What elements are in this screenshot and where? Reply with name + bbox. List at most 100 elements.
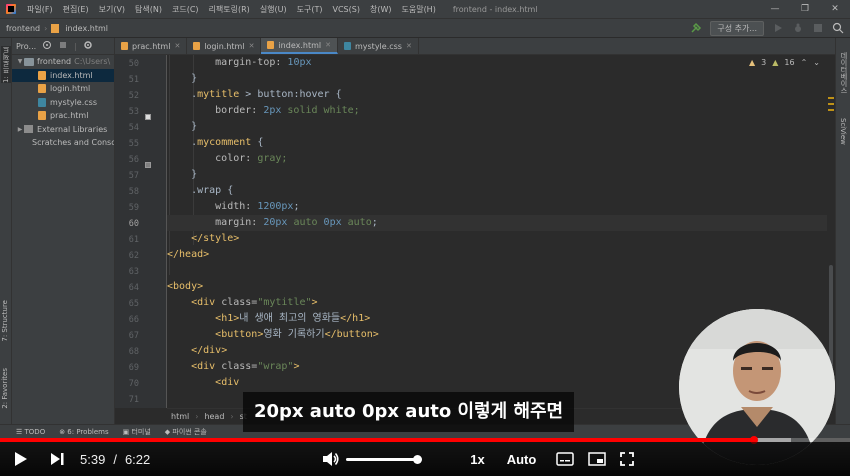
menu-refactor[interactable]: 리팩토링(R) — [204, 4, 255, 15]
menu-help[interactable]: 도움말(H) — [396, 4, 440, 15]
inspection-widget[interactable]: ▲ 3 ▲ 16 ⌃ ⌄ — [749, 58, 820, 67]
nav-file[interactable]: index.html — [59, 24, 112, 33]
terminal-tool-button[interactable]: ▣ 터미널 — [123, 427, 151, 437]
line-number: 55 — [128, 139, 139, 149]
code-line[interactable]: } — [167, 71, 197, 87]
project-view-selector[interactable]: Pro... — [16, 42, 36, 51]
tree-item-external-libraries[interactable]: ▶ External Libraries — [12, 123, 114, 137]
tree-item-mystyle-css[interactable]: mystyle.css — [12, 96, 114, 110]
build-icon[interactable] — [690, 22, 702, 34]
collapse-arrow-icon[interactable]: ▶ — [16, 126, 24, 133]
code-line[interactable]: } — [167, 167, 197, 183]
fullscreen-button[interactable] — [620, 442, 635, 476]
code-line[interactable]: <div class="mytitle"> — [167, 295, 317, 311]
html-file-icon — [38, 84, 46, 94]
restore-button[interactable]: ❐ — [790, 0, 820, 18]
database-tool-tab[interactable]: 데이터베이스 — [839, 52, 849, 94]
subtitles-button[interactable] — [556, 442, 575, 476]
code-line[interactable]: margin-top: 10px — [167, 55, 311, 71]
breadcrumb-head[interactable]: head — [204, 412, 224, 421]
todo-tool-button[interactable]: ☰ TODO — [16, 428, 45, 436]
warning-marker[interactable] — [828, 103, 834, 105]
run-icon[interactable] — [772, 22, 784, 34]
weak-warning-icon: ▲ — [772, 58, 779, 67]
project-tool-tab[interactable]: 1: 프로젝트 — [1, 46, 11, 84]
code-line[interactable]: <body> — [167, 279, 203, 295]
code-line[interactable]: color: gray; — [167, 151, 287, 167]
playback-speed-button[interactable]: 1x — [470, 452, 484, 467]
debug-icon[interactable] — [792, 22, 804, 34]
search-everywhere-icon[interactable] — [832, 22, 844, 34]
code-line[interactable]: <div class="wrap"> — [167, 359, 299, 375]
line-number: 65 — [128, 299, 139, 309]
warning-marker[interactable] — [828, 97, 834, 99]
close-icon[interactable]: ✕ — [249, 42, 255, 50]
breadcrumb-html[interactable]: html — [171, 412, 189, 421]
code-line[interactable]: margin: 20px auto 0px auto; — [167, 215, 827, 231]
stop-icon[interactable] — [812, 22, 824, 34]
code-line[interactable]: border: 2px solid white; — [167, 103, 360, 119]
locate-icon[interactable] — [42, 40, 52, 52]
code-line[interactable]: <div — [167, 375, 239, 391]
code-token: mytitle — [197, 89, 240, 100]
expand-arrow-icon[interactable]: ▼ — [16, 58, 24, 65]
menu-vcs[interactable]: VCS(S) — [328, 5, 365, 14]
tree-item-prac-html[interactable]: prac.html — [12, 109, 114, 123]
tab-login-html[interactable]: login.html ✕ — [187, 38, 262, 54]
code-token: mycomment — [197, 137, 252, 148]
editor-gutter[interactable]: 50 51 52 53 54 55 56 57 58 59 60 61 62 63 64 65 66 67 68 69… — [115, 55, 167, 408]
code-token: </button> — [324, 329, 379, 340]
menu-code[interactable]: 코드(C) — [167, 4, 204, 15]
menu-window[interactable]: 창(W) — [365, 4, 397, 15]
code-line[interactable]: <h1>내 생애 최고의 영화들</h1> — [167, 311, 370, 327]
menu-tools[interactable]: 도구(T) — [292, 4, 328, 15]
chevron-up-icon[interactable]: ⌃ — [801, 58, 808, 67]
nav-project[interactable]: frontend — [0, 24, 44, 33]
tab-mystyle-css[interactable]: mystyle.css ✕ — [338, 38, 419, 54]
close-icon[interactable]: ✕ — [325, 41, 331, 49]
settings-gear-icon[interactable] — [83, 40, 93, 52]
menu-file[interactable]: 파일(F) — [22, 4, 58, 15]
project-panel: Pro... | ▼ frontend C:\Users\ index.html… — [12, 38, 115, 424]
collapse-all-icon[interactable] — [58, 40, 68, 52]
warning-marker[interactable] — [828, 109, 834, 111]
problems-tool-button[interactable]: ⊗ 6: Problems — [59, 428, 108, 436]
minimize-button[interactable]: — — [760, 0, 790, 18]
menu-navigate[interactable]: 탐색(N) — [130, 4, 167, 15]
mute-button[interactable] — [322, 442, 340, 476]
tree-item-frontend[interactable]: ▼ frontend C:\Users\ — [12, 55, 114, 69]
menu-edit[interactable]: 편집(E) — [58, 4, 94, 15]
structure-tool-tab[interactable]: 7: Structure — [1, 300, 9, 342]
tab-prac-html[interactable]: prac.html ✕ — [115, 38, 188, 54]
code-line[interactable]: </head> — [167, 247, 209, 263]
tree-item-login-html[interactable]: login.html — [12, 82, 114, 96]
code-line[interactable]: </div> — [167, 343, 227, 359]
favorites-tool-tab[interactable]: 2: Favorites — [1, 368, 9, 409]
python-console-tool-button[interactable]: ◆ 파이썬 콘솔 — [165, 427, 207, 437]
volume-slider[interactable] — [346, 454, 423, 464]
code-line[interactable]: .wrap { — [167, 183, 233, 199]
run-config-selector[interactable]: 구성 추가... — [710, 20, 764, 36]
code-line[interactable]: .mytitle > button:hover { — [167, 87, 342, 103]
miniplayer-button[interactable] — [588, 442, 607, 476]
quality-button[interactable]: Auto — [507, 452, 537, 467]
code-line[interactable]: <button>영화 기록하기</button> — [167, 327, 379, 343]
code-line[interactable]: </style> — [167, 231, 239, 247]
play-button[interactable] — [14, 442, 28, 476]
code-line[interactable]: .mycomment { — [167, 135, 263, 151]
sciview-tool-tab[interactable]: SciView — [839, 118, 847, 145]
next-button[interactable] — [50, 442, 64, 476]
close-icon[interactable]: ✕ — [406, 42, 412, 50]
tree-item-index-html[interactable]: index.html — [12, 68, 114, 82]
menu-view[interactable]: 보기(V) — [94, 4, 130, 15]
code-line[interactable]: width: 1200px; — [167, 199, 299, 215]
close-icon[interactable]: ✕ — [174, 42, 180, 50]
library-icon — [24, 125, 33, 134]
tree-item-scratches[interactable]: Scratches and Conso — [12, 136, 114, 150]
close-window-button[interactable]: ✕ — [820, 0, 850, 18]
tab-index-html[interactable]: index.html ✕ — [261, 38, 338, 54]
menu-run[interactable]: 실행(U) — [255, 4, 292, 15]
code-line[interactable]: } — [167, 119, 197, 135]
chevron-down-icon[interactable]: ⌄ — [813, 58, 820, 67]
